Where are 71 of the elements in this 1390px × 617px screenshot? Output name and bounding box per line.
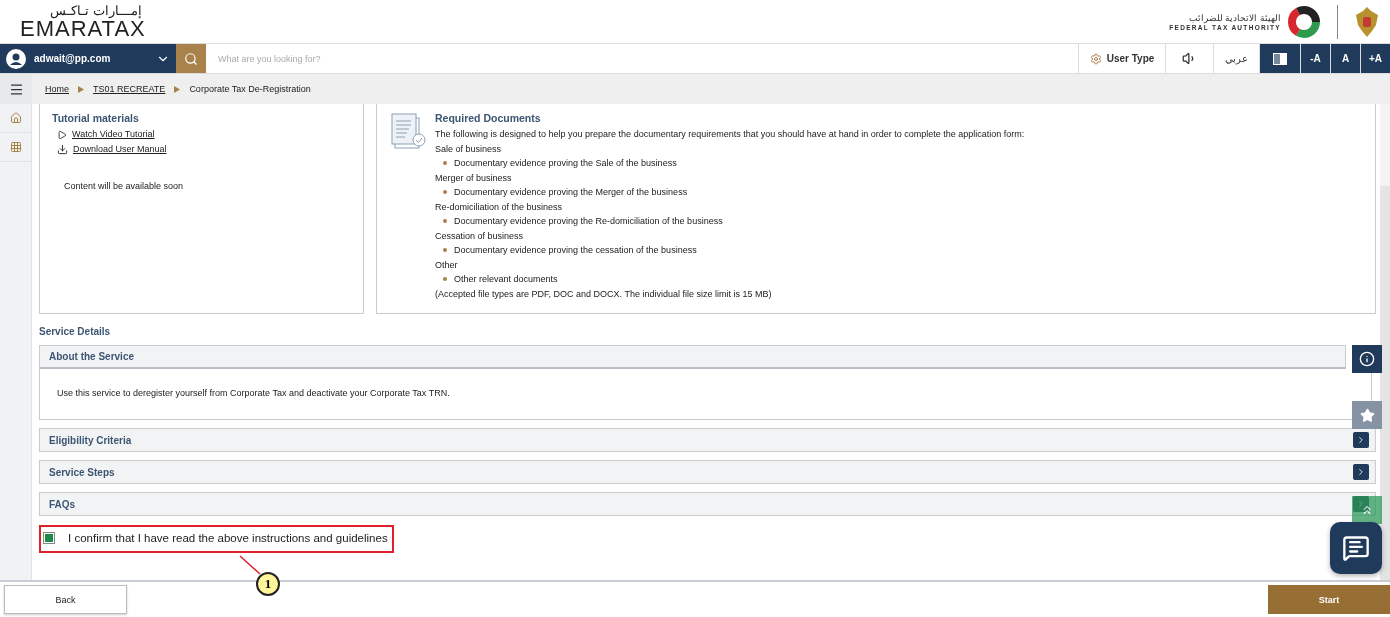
availability-note: Content will be available soon xyxy=(64,181,184,191)
expand-button[interactable] xyxy=(1353,432,1369,448)
section-title: Service Details xyxy=(39,326,112,337)
authority-arabic-name: الهيئة الاتحادية للضرائب xyxy=(1189,12,1281,24)
ring-logo-icon xyxy=(1287,4,1321,39)
chevron-right-icon xyxy=(1356,467,1366,477)
download-icon xyxy=(57,144,68,155)
breadcrumb-link[interactable]: TS01 RECREATE xyxy=(93,84,166,94)
accordion-header[interactable]: FAQs xyxy=(39,492,1376,516)
chevron-right-icon xyxy=(1356,435,1366,445)
start-button[interactable]: Start xyxy=(1268,585,1390,614)
tutorial-link[interactable]: Watch Video Tutorial xyxy=(57,127,184,142)
expand-button[interactable] xyxy=(1353,464,1369,480)
group-heading: Sale of business xyxy=(435,142,503,156)
panel-title: Required Documents xyxy=(435,112,542,124)
group-heading: Re-domiciliation of the business xyxy=(435,200,564,214)
scrollbar[interactable] xyxy=(1380,104,1390,580)
settings-icon xyxy=(1089,52,1102,65)
list-item: Documentary evidence proving the Merger of the business xyxy=(454,186,688,199)
breadcrumb-link[interactable]: Home xyxy=(45,84,69,94)
callout-number: 1 xyxy=(256,572,280,596)
intro-text: The following is designed to help you prepare the documentary requirements that you should have at hand in order to complete the application form: xyxy=(435,128,1025,141)
contrast-icon xyxy=(1273,52,1287,65)
document-icon xyxy=(389,112,429,152)
back-button[interactable]: Back xyxy=(4,585,127,614)
tutorial-link[interactable]: Download User Manual xyxy=(57,142,184,157)
breadcrumb-current: Corporate Tax De-Registration xyxy=(189,84,311,94)
chat-icon xyxy=(1342,534,1370,562)
double-chevron-up-icon xyxy=(1360,503,1374,517)
info-icon xyxy=(1359,351,1375,367)
contrast-button[interactable] xyxy=(1259,44,1300,73)
group-heading: Merger of business xyxy=(435,171,513,185)
group-heading: Cessation of business xyxy=(435,229,525,243)
favorite-button[interactable] xyxy=(1352,401,1382,429)
font-size-button[interactable]: -A xyxy=(1300,44,1330,73)
chat-button[interactable] xyxy=(1330,522,1382,574)
star-icon xyxy=(1359,407,1375,423)
search-icon xyxy=(184,51,198,66)
group-heading: Other xyxy=(435,258,459,272)
info-button[interactable] xyxy=(1352,345,1382,373)
user-menu[interactable]: adwait@pp.com xyxy=(0,44,176,73)
confirm-label: I confirm that I have read the above instructions and guidelines xyxy=(68,532,388,544)
confirm-checkbox[interactable] xyxy=(43,532,55,544)
file-types-note: (Accepted file types are PDF, DOC and DOCX. The individual file size limit is 15 MB) xyxy=(435,287,773,301)
scroll-top-button[interactable] xyxy=(1352,496,1382,524)
emblem-icon xyxy=(1354,4,1380,39)
play-icon xyxy=(57,129,67,140)
accordion-header[interactable]: Service Steps xyxy=(39,460,1376,484)
bullet-icon xyxy=(443,190,447,195)
panel-title: Tutorial materials xyxy=(52,112,140,124)
home-icon xyxy=(9,112,22,124)
avatar-icon xyxy=(6,48,26,69)
menu-icon xyxy=(8,81,24,97)
list-item: Documentary evidence proving the cessation of the business xyxy=(454,244,697,257)
font-size-button[interactable]: +A xyxy=(1360,44,1390,73)
bullet-icon xyxy=(443,248,447,253)
separator-icon xyxy=(78,85,84,93)
accordion-header[interactable]: About the Service xyxy=(39,345,1346,369)
font-size-button[interactable]: A xyxy=(1330,44,1360,73)
menu-button[interactable] xyxy=(0,74,32,104)
bullet-icon xyxy=(443,161,447,166)
list-item: Documentary evidence proving the Sale of the business xyxy=(454,157,677,170)
bullet-icon xyxy=(443,219,447,224)
list-item: Other relevant documents xyxy=(454,273,558,286)
grid-icon xyxy=(9,141,22,153)
bullet-icon xyxy=(443,277,447,282)
list-item: Documentary evidence proving the Re-domiciliation of the business xyxy=(454,215,723,228)
leader-line xyxy=(240,556,260,574)
accordion-header[interactable]: Eligibility Criteria xyxy=(39,428,1376,452)
logo-arabic-text: إمـــارات تـاكـس xyxy=(50,3,142,18)
separator-icon xyxy=(174,85,181,93)
